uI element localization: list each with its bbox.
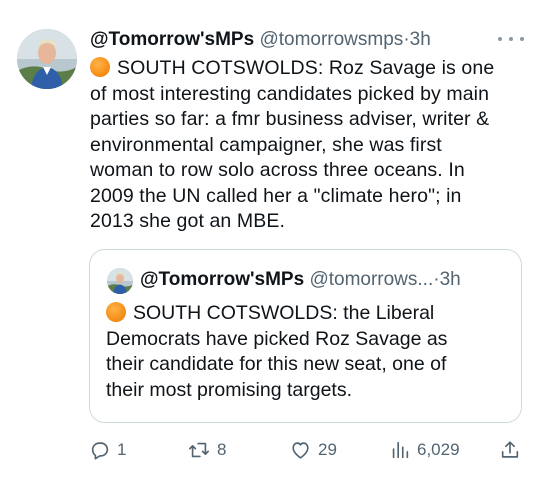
tweet-line: of most interesting candidates picked by… [90, 82, 490, 105]
quoted-text: SOUTH COTSWOLDS: the Liberal Democrats h… [106, 301, 516, 403]
reply-button[interactable]: 1 [89, 437, 126, 463]
reply-count: 1 [117, 440, 127, 459]
quoted-line: their candidate for this new seat, one o… [106, 353, 447, 375]
views-button[interactable]: 6,029 [389, 437, 460, 463]
like-button[interactable]: 29 [289, 437, 337, 463]
reply-icon [91, 442, 109, 460]
repost-count: 8 [217, 440, 227, 459]
orange-circle-icon [90, 57, 110, 77]
tweet-header: @Tomorrow'sMPs @tomorrowsmps·3h [90, 27, 530, 53]
tweet-line: environmental campaigner, she was first [90, 133, 442, 156]
quoted-avatar [107, 268, 133, 294]
quoted-timestamp: 3h [439, 269, 461, 290]
quoted-line: Democrats have picked Roz Savage as [106, 327, 448, 350]
tweet-line: parties so far: a fmr business adviser, … [90, 108, 490, 130]
more-options-icon[interactable] [498, 30, 524, 48]
tweet-line: 2009 the UN called her a "climate hero";… [90, 184, 462, 207]
share-button[interactable] [499, 437, 521, 463]
quoted-tweet[interactable]: @Tomorrow'sMPs @tomorrows...·3h SOUTH CO… [89, 249, 522, 423]
tweet-line: 2013 she got an MBE. [90, 210, 285, 232]
tweet-line: woman to row solo across three oceans. I… [90, 159, 465, 181]
avatar-image [17, 29, 77, 89]
view-count: 6,029 [417, 440, 460, 459]
heart-icon [292, 442, 309, 459]
like-count: 29 [318, 440, 337, 459]
quoted-line: their most promising targets. [106, 378, 353, 401]
quoted-header: @Tomorrow'sMPs @tomorrows...·3h [140, 267, 520, 293]
share-icon [501, 441, 519, 458]
orange-circle-icon [106, 302, 126, 322]
repost-icon [189, 442, 209, 458]
tweet[interactable]: @Tomorrow'sMPs @tomorrowsmps·3h SOUTH CO… [0, 0, 540, 483]
tweet-line: SOUTH COTSWOLDS: Roz Savage is one [90, 56, 522, 82]
timestamp[interactable]: 3h [410, 29, 431, 50]
quoted-line: SOUTH COTSWOLDS: the Liberal [106, 301, 516, 327]
quoted-display-name: @Tomorrow'sMPs [140, 269, 305, 290]
display-name[interactable]: @Tomorrow'sMPs [90, 29, 254, 50]
handle[interactable]: @tomorrowsmps [259, 29, 403, 50]
action-bar: 1 8 29 6,029 [89, 437, 529, 463]
analytics-icon [392, 441, 409, 459]
quoted-handle: @tomorrows... [309, 269, 434, 290]
avatar[interactable] [17, 29, 77, 89]
repost-button[interactable]: 8 [187, 437, 226, 463]
quoted-avatar-image [107, 268, 133, 294]
tweet-text: SOUTH COTSWOLDS: Roz Savage is one of mo… [90, 56, 522, 235]
